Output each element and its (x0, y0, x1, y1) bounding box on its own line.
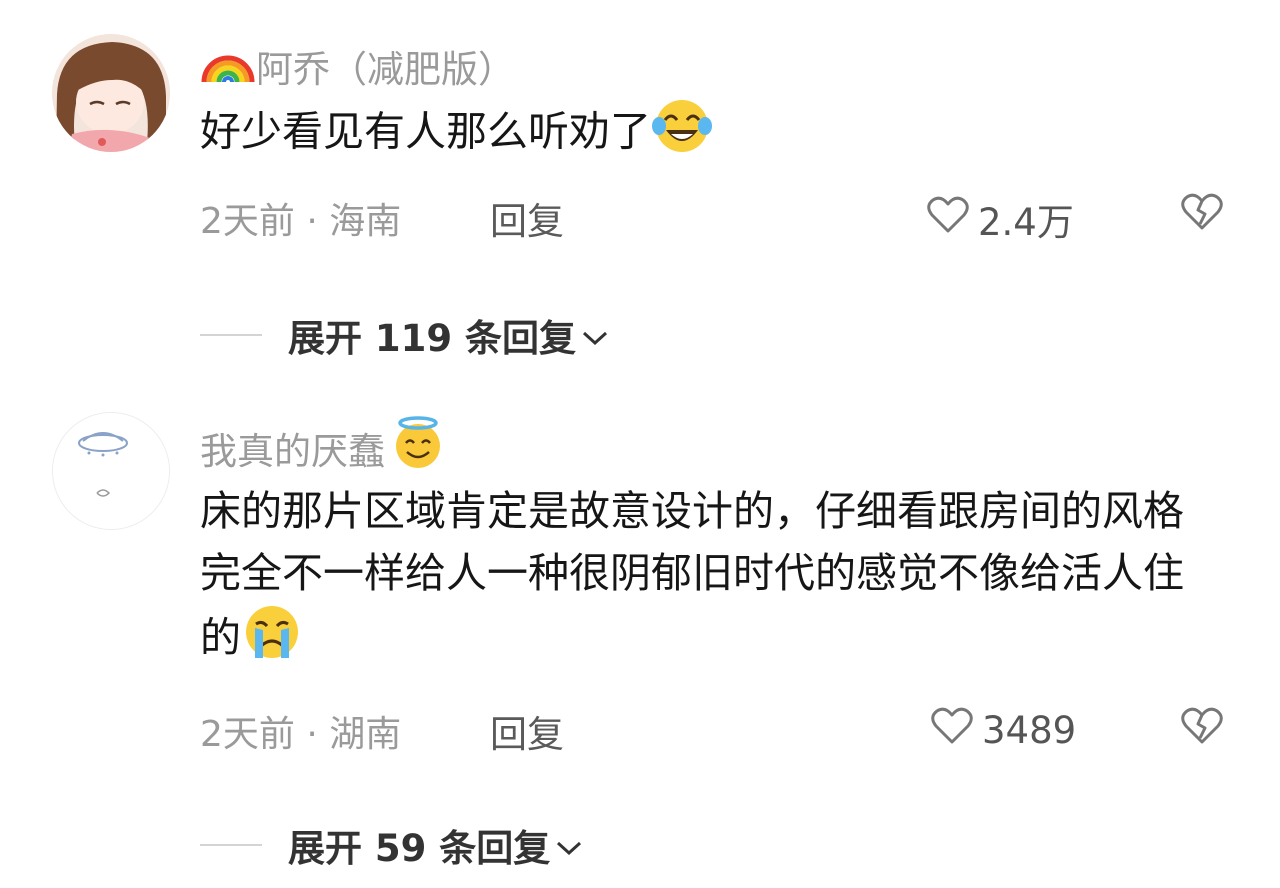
expand-replies-label: 展开 59 条回复 (288, 827, 551, 870)
heart-icon (930, 706, 982, 755)
broken-heart-icon (1180, 707, 1224, 750)
chevron-down-icon (576, 314, 610, 357)
username-row[interactable]: 我真的厌蠢 (200, 416, 445, 479)
like-count: 2.4万 (978, 201, 1074, 244)
expand-replies-button[interactable]: 展开 59 条回复 (200, 818, 584, 872)
expand-replies-label: 展开 119 条回复 (288, 317, 576, 360)
comment-list: 阿乔（减肥版） 好少看见有人那么听劝了 2天前 · 海南 回复 2.4万 展开 … (0, 0, 1280, 888)
heart-icon (926, 195, 978, 244)
username: 我真的厌蠢 (200, 429, 385, 473)
broken-heart-icon (1180, 193, 1224, 236)
like-button[interactable]: 3489 (930, 706, 1076, 755)
dislike-button[interactable] (1180, 706, 1224, 750)
like-button[interactable]: 2.4万 (926, 192, 1074, 246)
reply-button[interactable]: 回复 (490, 704, 564, 758)
avatar[interactable] (52, 34, 170, 152)
comment-text: 好少看见有人那么听劝了 (200, 98, 1200, 171)
expand-replies-button[interactable]: 展开 119 条回复 (200, 308, 610, 362)
divider-line (200, 334, 262, 336)
username: 阿乔（减肥版） (256, 47, 515, 91)
comment-text: 床的那片区域肯定是故意设计的，仔细看跟房间的风格完全不一样给人一种很阴郁旧时代的… (200, 480, 1200, 677)
crying-emoji (241, 604, 303, 677)
comment-meta: 2天前 · 湖南 (200, 714, 402, 755)
halo-smile-emoji (391, 416, 445, 479)
username-row[interactable]: 阿乔（减肥版） (200, 38, 515, 93)
laugh-cry-emoji (651, 98, 713, 171)
comment-meta: 2天前 · 海南 (200, 201, 402, 242)
like-count: 3489 (982, 709, 1077, 752)
chevron-down-icon (550, 824, 584, 867)
divider-line (200, 844, 262, 846)
dislike-button[interactable] (1180, 192, 1224, 236)
avatar[interactable] (52, 412, 170, 530)
reply-button[interactable]: 回复 (490, 191, 564, 245)
rainbow-icon (200, 38, 256, 93)
